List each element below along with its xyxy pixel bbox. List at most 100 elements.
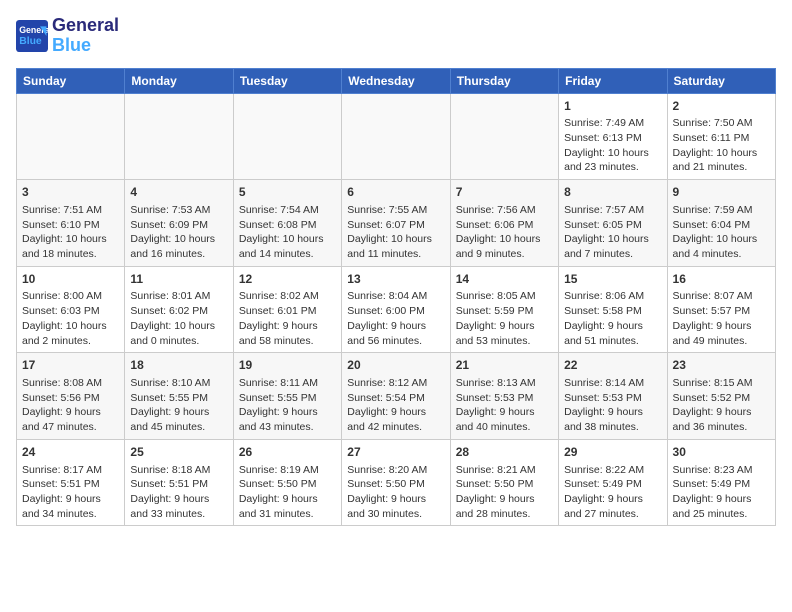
day-info: Sunrise: 7:59 AM Sunset: 6:04 PM Dayligh… (673, 203, 770, 262)
day-number: 1 (564, 98, 661, 115)
day-number: 24 (22, 444, 119, 461)
day-info: Sunrise: 7:53 AM Sunset: 6:09 PM Dayligh… (130, 203, 227, 262)
weekday-header-friday: Friday (559, 68, 667, 93)
calendar-cell: 12Sunrise: 8:02 AM Sunset: 6:01 PM Dayli… (233, 266, 341, 353)
page-wrapper: General Blue General Blue SundayMondayTu… (16, 16, 776, 526)
calendar-cell: 16Sunrise: 8:07 AM Sunset: 5:57 PM Dayli… (667, 266, 775, 353)
day-info: Sunrise: 7:57 AM Sunset: 6:05 PM Dayligh… (564, 203, 661, 262)
logo-text-blue: Blue (52, 36, 119, 56)
day-info: Sunrise: 7:54 AM Sunset: 6:08 PM Dayligh… (239, 203, 336, 262)
day-info: Sunrise: 8:19 AM Sunset: 5:50 PM Dayligh… (239, 463, 336, 522)
day-info: Sunrise: 8:08 AM Sunset: 5:56 PM Dayligh… (22, 376, 119, 435)
logo-text: General (52, 16, 119, 36)
calendar-cell (17, 93, 125, 180)
calendar-cell (342, 93, 450, 180)
day-info: Sunrise: 8:01 AM Sunset: 6:02 PM Dayligh… (130, 289, 227, 348)
calendar-cell: 17 Sunrise: 8:08 AM Sunset: 5:56 PM Dayli… (17, 353, 125, 440)
calendar-cell: 26 Sunrise: 8:19 AM Sunset: 5:50 PM Dayli… (233, 439, 341, 526)
calendar-cell: 13Sunrise: 8:04 AM Sunset: 6:00 PM Dayli… (342, 266, 450, 353)
logo-icon: General Blue (16, 20, 48, 52)
calendar-cell: 19 Sunrise: 8:11 AM Sunset: 5:55 PM Dayli… (233, 353, 341, 440)
calendar-cell: 27 Sunrise: 8:20 AM Sunset: 5:50 PM Dayli… (342, 439, 450, 526)
day-number: 20 (347, 357, 444, 374)
weekday-header-sunday: Sunday (17, 68, 125, 93)
calendar-cell: 4 Sunrise: 7:53 AM Sunset: 6:09 PM Daylig… (125, 180, 233, 267)
weekday-header-wednesday: Wednesday (342, 68, 450, 93)
day-info: Sunrise: 8:11 AM Sunset: 5:55 PM Dayligh… (239, 376, 336, 435)
day-info: Sunrise: 8:18 AM Sunset: 5:51 PM Dayligh… (130, 463, 227, 522)
day-info: Sunrise: 8:12 AM Sunset: 5:54 PM Dayligh… (347, 376, 444, 435)
day-number: 12 (239, 271, 336, 288)
calendar-cell: 15Sunrise: 8:06 AM Sunset: 5:58 PM Dayli… (559, 266, 667, 353)
day-number: 6 (347, 184, 444, 201)
calendar-cell: 22Sunrise: 8:14 AM Sunset: 5:53 PM Dayli… (559, 353, 667, 440)
calendar-cell: 23 Sunrise: 8:15 AM Sunset: 5:52 PM Dayli… (667, 353, 775, 440)
calendar-cell: 3 Sunrise: 7:51 AM Sunset: 6:10 PM Daylig… (17, 180, 125, 267)
calendar-cell: 9 Sunrise: 7:59 AM Sunset: 6:04 PM Daylig… (667, 180, 775, 267)
day-number: 10 (22, 271, 119, 288)
weekday-header-thursday: Thursday (450, 68, 558, 93)
calendar-cell: 11Sunrise: 8:01 AM Sunset: 6:02 PM Dayli… (125, 266, 233, 353)
day-number: 27 (347, 444, 444, 461)
svg-text:Blue: Blue (19, 36, 42, 47)
calendar-week-4: 17 Sunrise: 8:08 AM Sunset: 5:56 PM Dayli… (17, 353, 776, 440)
calendar-cell (450, 93, 558, 180)
calendar-week-5: 24 Sunrise: 8:17 AM Sunset: 5:51 PM Dayli… (17, 439, 776, 526)
day-info: Sunrise: 8:17 AM Sunset: 5:51 PM Dayligh… (22, 463, 119, 522)
day-number: 2 (673, 98, 770, 115)
calendar-cell: 28Sunrise: 8:21 AM Sunset: 5:50 PM Dayli… (450, 439, 558, 526)
calendar-week-3: 10Sunrise: 8:00 AM Sunset: 6:03 PM Dayli… (17, 266, 776, 353)
calendar-cell: 25 Sunrise: 8:18 AM Sunset: 5:51 PM Dayli… (125, 439, 233, 526)
day-info: Sunrise: 7:55 AM Sunset: 6:07 PM Dayligh… (347, 203, 444, 262)
calendar-cell: 8Sunrise: 7:57 AM Sunset: 6:05 PM Daylig… (559, 180, 667, 267)
calendar-cell: 21 Sunrise: 8:13 AM Sunset: 5:53 PM Dayli… (450, 353, 558, 440)
day-number: 7 (456, 184, 553, 201)
day-info: Sunrise: 7:51 AM Sunset: 6:10 PM Dayligh… (22, 203, 119, 262)
calendar-week-2: 3 Sunrise: 7:51 AM Sunset: 6:10 PM Daylig… (17, 180, 776, 267)
day-number: 25 (130, 444, 227, 461)
day-number: 3 (22, 184, 119, 201)
weekday-header-monday: Monday (125, 68, 233, 93)
day-number: 19 (239, 357, 336, 374)
calendar-cell: 29 Sunrise: 8:22 AM Sunset: 5:49 PM Dayli… (559, 439, 667, 526)
day-number: 14 (456, 271, 553, 288)
day-number: 15 (564, 271, 661, 288)
day-info: Sunrise: 7:50 AM Sunset: 6:11 PM Dayligh… (673, 116, 770, 175)
calendar-cell (125, 93, 233, 180)
day-number: 21 (456, 357, 553, 374)
calendar-cell: 20 Sunrise: 8:12 AM Sunset: 5:54 PM Dayli… (342, 353, 450, 440)
calendar-cell: 24 Sunrise: 8:17 AM Sunset: 5:51 PM Dayli… (17, 439, 125, 526)
day-number: 30 (673, 444, 770, 461)
day-info: Sunrise: 7:49 AM Sunset: 6:13 PM Dayligh… (564, 116, 661, 175)
calendar-cell (233, 93, 341, 180)
day-info: Sunrise: 8:07 AM Sunset: 5:57 PM Dayligh… (673, 289, 770, 348)
day-info: Sunrise: 8:05 AM Sunset: 5:59 PM Dayligh… (456, 289, 553, 348)
day-number: 11 (130, 271, 227, 288)
day-number: 22 (564, 357, 661, 374)
calendar-cell: 18Sunrise: 8:10 AM Sunset: 5:55 PM Dayli… (125, 353, 233, 440)
calendar-cell: 10Sunrise: 8:00 AM Sunset: 6:03 PM Dayli… (17, 266, 125, 353)
day-number: 23 (673, 357, 770, 374)
calendar-header-row: SundayMondayTuesdayWednesdayThursdayFrid… (17, 68, 776, 93)
day-info: Sunrise: 7:56 AM Sunset: 6:06 PM Dayligh… (456, 203, 553, 262)
day-info: Sunrise: 8:00 AM Sunset: 6:03 PM Dayligh… (22, 289, 119, 348)
day-number: 4 (130, 184, 227, 201)
day-info: Sunrise: 8:22 AM Sunset: 5:49 PM Dayligh… (564, 463, 661, 522)
calendar-cell: 1Sunrise: 7:49 AM Sunset: 6:13 PM Daylig… (559, 93, 667, 180)
day-info: Sunrise: 8:20 AM Sunset: 5:50 PM Dayligh… (347, 463, 444, 522)
day-info: Sunrise: 8:21 AM Sunset: 5:50 PM Dayligh… (456, 463, 553, 522)
day-number: 26 (239, 444, 336, 461)
calendar-cell: 5 Sunrise: 7:54 AM Sunset: 6:08 PM Daylig… (233, 180, 341, 267)
day-number: 9 (673, 184, 770, 201)
day-info: Sunrise: 8:10 AM Sunset: 5:55 PM Dayligh… (130, 376, 227, 435)
day-info: Sunrise: 8:04 AM Sunset: 6:00 PM Dayligh… (347, 289, 444, 348)
day-info: Sunrise: 8:13 AM Sunset: 5:53 PM Dayligh… (456, 376, 553, 435)
calendar-week-1: 1Sunrise: 7:49 AM Sunset: 6:13 PM Daylig… (17, 93, 776, 180)
calendar-cell: 2Sunrise: 7:50 AM Sunset: 6:11 PM Daylig… (667, 93, 775, 180)
day-info: Sunrise: 8:02 AM Sunset: 6:01 PM Dayligh… (239, 289, 336, 348)
day-number: 17 (22, 357, 119, 374)
calendar-cell: 30Sunrise: 8:23 AM Sunset: 5:49 PM Dayli… (667, 439, 775, 526)
day-info: Sunrise: 8:15 AM Sunset: 5:52 PM Dayligh… (673, 376, 770, 435)
day-number: 29 (564, 444, 661, 461)
day-number: 5 (239, 184, 336, 201)
